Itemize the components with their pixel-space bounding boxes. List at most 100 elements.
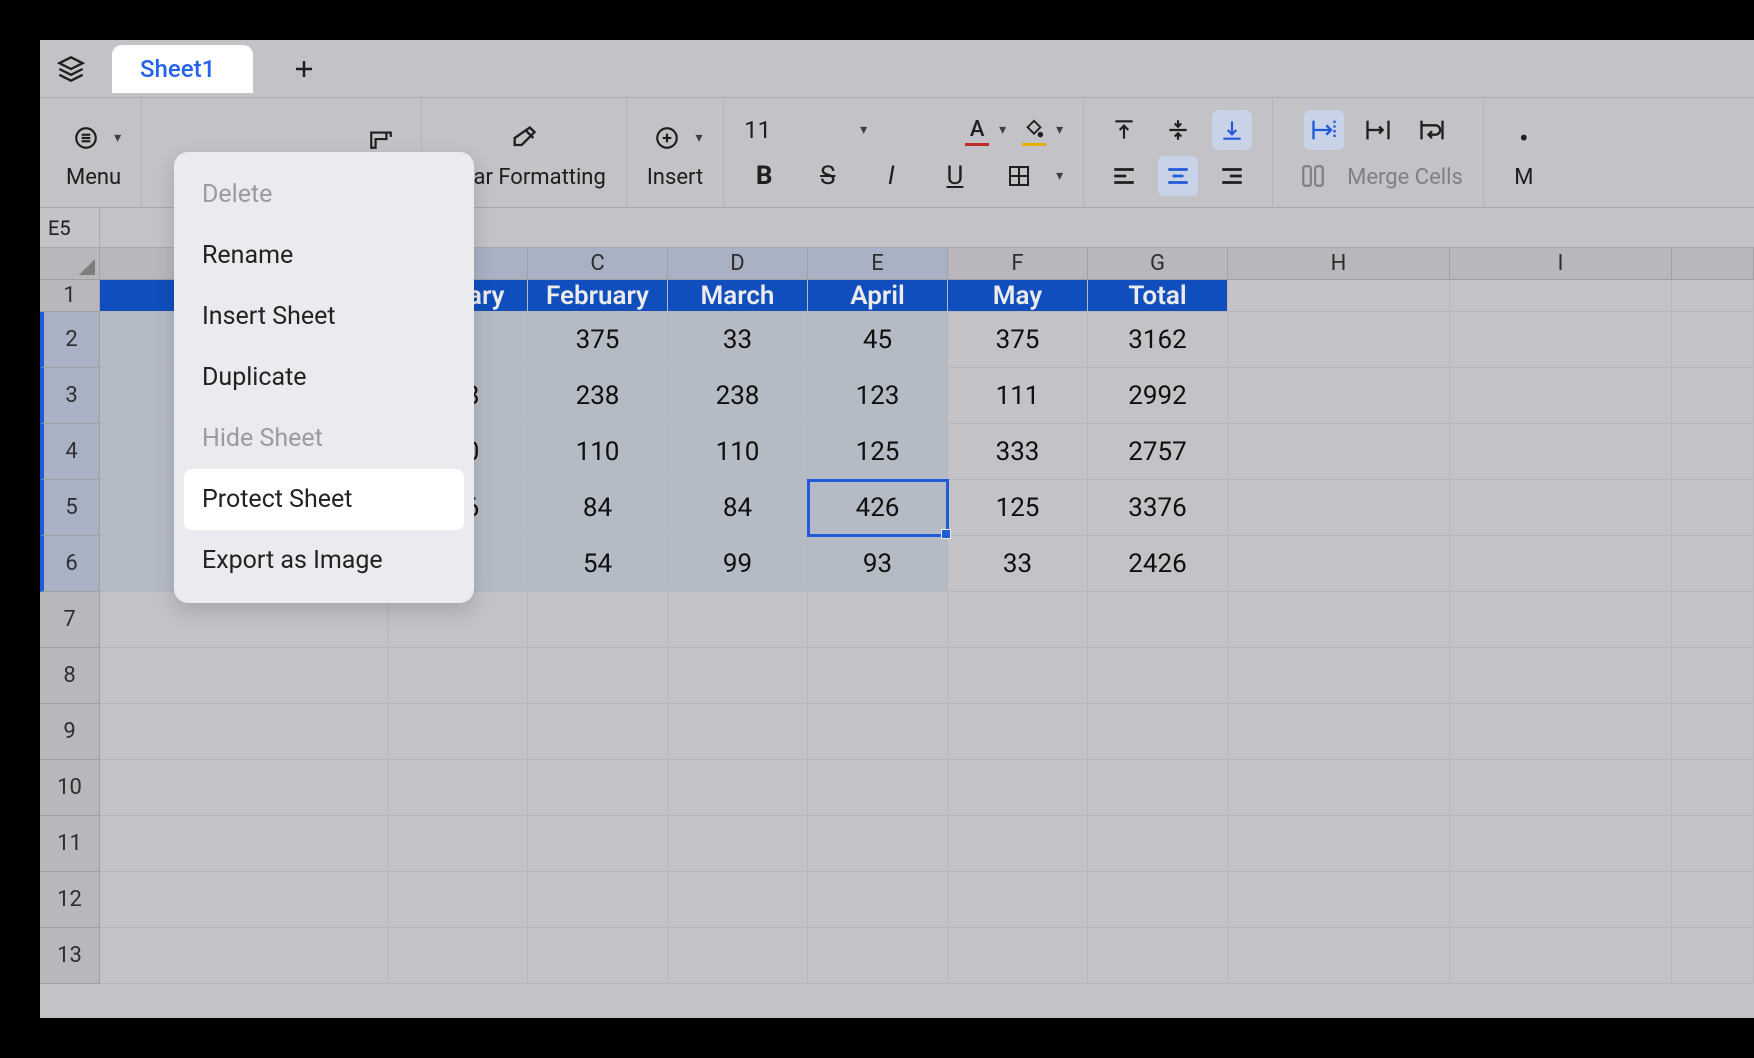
cell-C6[interactable]: 54 [528, 536, 668, 592]
cell-G6[interactable]: 2426 [1088, 536, 1228, 592]
align-right-icon[interactable] [1212, 156, 1252, 196]
valign-top-icon[interactable] [1104, 110, 1144, 150]
sheet-tab-active[interactable]: Sheet1 [112, 45, 253, 93]
col-header-I[interactable]: I [1450, 248, 1672, 280]
cell-E4[interactable]: 125 [808, 424, 948, 480]
chevron-down-icon[interactable]: ▾ [860, 122, 867, 138]
row-header-1[interactable]: 1 [40, 280, 100, 312]
row-header-11[interactable]: 11 [40, 816, 100, 872]
row-header-2[interactable]: 2 [40, 312, 100, 368]
cell-E1[interactable]: April [808, 280, 948, 312]
cell-I4[interactable] [1450, 424, 1672, 480]
cell-H2[interactable] [1228, 312, 1450, 368]
row-header-8[interactable]: 8 [40, 648, 100, 704]
cell-C5[interactable]: 84 [528, 480, 668, 536]
cell-D3[interactable]: 238 [668, 368, 808, 424]
fill-color-icon[interactable] [1014, 110, 1054, 150]
menu-icon[interactable] [66, 118, 106, 158]
eraser-icon[interactable] [504, 118, 544, 158]
borders-icon[interactable] [999, 156, 1039, 196]
cell-E3[interactable]: 123 [808, 368, 948, 424]
row-header-5[interactable]: 5 [40, 480, 100, 536]
cell-D4[interactable]: 110 [668, 424, 808, 480]
cell-G3[interactable]: 2992 [1088, 368, 1228, 424]
insert-icon[interactable] [647, 118, 687, 158]
cell-F4[interactable]: 333 [948, 424, 1088, 480]
cell-G2[interactable]: 3162 [1088, 312, 1228, 368]
cell-H3[interactable] [1228, 368, 1450, 424]
text-color-icon[interactable]: A [957, 110, 997, 150]
cell-D6[interactable]: 99 [668, 536, 808, 592]
chevron-down-icon[interactable]: ▾ [1056, 122, 1063, 138]
chevron-down-icon[interactable]: ▾ [114, 130, 121, 146]
menu-item-insert-sheet[interactable]: Insert Sheet [184, 286, 464, 347]
cell-I2[interactable] [1450, 312, 1672, 368]
cell-I3[interactable] [1450, 368, 1672, 424]
col-header-G[interactable]: G [1088, 248, 1228, 280]
cell-G1[interactable]: Total [1088, 280, 1228, 312]
row-header-13[interactable]: 13 [40, 928, 100, 984]
cell-D5[interactable]: 84 [668, 480, 808, 536]
row-header-7[interactable]: 7 [40, 592, 100, 648]
col-header-F[interactable]: F [948, 248, 1088, 280]
cell-H5[interactable] [1228, 480, 1450, 536]
chevron-down-icon[interactable]: ▾ [999, 122, 1006, 138]
cell-D2[interactable]: 33 [668, 312, 808, 368]
menu-item-export-image[interactable]: Export as Image [184, 530, 464, 591]
cell-F5[interactable]: 125 [948, 480, 1088, 536]
col-header-E[interactable]: E [808, 248, 948, 280]
valign-middle-icon[interactable] [1158, 110, 1198, 150]
chevron-down-icon[interactable]: ▾ [1056, 168, 1063, 184]
cell-C4[interactable]: 110 [528, 424, 668, 480]
cell-I1[interactable] [1450, 280, 1672, 312]
cell-G5[interactable]: 3376 [1088, 480, 1228, 536]
row-header-3[interactable]: 3 [40, 368, 100, 424]
cell-C2[interactable]: 375 [528, 312, 668, 368]
row-header-4[interactable]: 4 [40, 424, 100, 480]
cell-E5[interactable]: 426 [808, 480, 948, 536]
cell-F3[interactable]: 111 [948, 368, 1088, 424]
valign-group [1084, 98, 1273, 207]
row-header-10[interactable]: 10 [40, 760, 100, 816]
more-dot-icon[interactable]: • [1504, 118, 1544, 158]
cell-C3[interactable]: 238 [528, 368, 668, 424]
cell-F6[interactable]: 33 [948, 536, 1088, 592]
row-header-9[interactable]: 9 [40, 704, 100, 760]
cell-F1[interactable]: May [948, 280, 1088, 312]
cell-H6[interactable] [1228, 536, 1450, 592]
italic-icon[interactable]: I [871, 156, 911, 196]
cell-H1[interactable] [1228, 280, 1450, 312]
col-header-D[interactable]: D [668, 248, 808, 280]
add-sheet-button[interactable] [283, 48, 325, 90]
col-header-C[interactable]: C [528, 248, 668, 280]
align-left-icon[interactable] [1104, 156, 1144, 196]
align-center-icon[interactable] [1158, 156, 1198, 196]
row-header-12[interactable]: 12 [40, 872, 100, 928]
row-header-6[interactable]: 6 [40, 536, 100, 592]
cell-E6[interactable]: 93 [808, 536, 948, 592]
wrap-clip-icon[interactable] [1358, 110, 1398, 150]
valign-bottom-icon[interactable] [1212, 110, 1252, 150]
strikethrough-icon[interactable]: S [808, 156, 848, 196]
cell-F2[interactable]: 375 [948, 312, 1088, 368]
layers-icon[interactable] [48, 46, 94, 92]
cell-I6[interactable] [1450, 536, 1672, 592]
name-box[interactable]: E5 [40, 208, 100, 247]
cell-D1[interactable]: March [668, 280, 808, 312]
cell-C1[interactable]: February [528, 280, 668, 312]
wrap-overflow-icon[interactable] [1304, 110, 1344, 150]
menu-item-duplicate[interactable]: Duplicate [184, 347, 464, 408]
font-size-input[interactable]: 11 [744, 116, 794, 144]
underline-icon[interactable]: U [935, 156, 975, 196]
cell-G4[interactable]: 2757 [1088, 424, 1228, 480]
cell-H4[interactable] [1228, 424, 1450, 480]
wrap-text-icon[interactable] [1412, 110, 1452, 150]
chevron-down-icon[interactable]: ▾ [695, 130, 702, 146]
col-header-H[interactable]: H [1228, 248, 1450, 280]
cell-E2[interactable]: 45 [808, 312, 948, 368]
select-all-corner[interactable] [40, 248, 100, 280]
cell-I5[interactable] [1450, 480, 1672, 536]
menu-item-protect-sheet[interactable]: Protect Sheet [184, 469, 464, 530]
menu-item-rename[interactable]: Rename [184, 225, 464, 286]
bold-icon[interactable]: B [744, 156, 784, 196]
